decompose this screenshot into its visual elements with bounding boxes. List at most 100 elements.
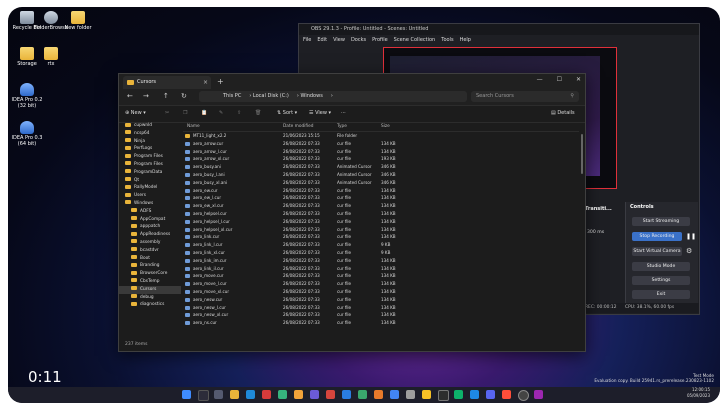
- scrollbar[interactable]: [581, 134, 583, 174]
- table-row[interactable]: aero_nesw_xl.cur 26/08/2022 07:33 cur file…: [183, 311, 579, 319]
- sidebar-item[interactable]: ncsp64: [119, 130, 181, 138]
- sidebar-item[interactable]: AppReadiness: [119, 231, 181, 239]
- table-row[interactable]: aero_nesw_l.cur 26/08/2022 07:33 cur file 1…: [183, 304, 579, 312]
- table-row[interactable]: aero_arrow_l.cur 26/08/2022 07:33 cur file…: [183, 148, 579, 156]
- cut-icon[interactable]: ✂: [165, 110, 169, 116]
- column-date[interactable]: Date modified: [283, 122, 313, 131]
- sidebar-item[interactable]: AppCompat: [119, 216, 181, 224]
- table-row[interactable]: aero_arrow_xl.cur 26/08/2022 07:33 cur fil…: [183, 155, 579, 163]
- sidebar-item[interactable]: apppatch: [119, 223, 181, 231]
- pause-icon[interactable]: ❚❚: [686, 233, 696, 240]
- menu-edit[interactable]: Edit: [317, 35, 327, 45]
- transition-duration[interactable]: 300 ms: [587, 230, 604, 235]
- column-name[interactable]: Name: [187, 122, 200, 131]
- table-row[interactable]: aero_link.cur 26/08/2022 07:33 cur file 134…: [183, 233, 579, 241]
- close-icon[interactable]: ×: [203, 76, 208, 89]
- app-icon[interactable]: [310, 390, 319, 399]
- close-window-icon[interactable]: ✕: [576, 76, 581, 83]
- system-tray-clock[interactable]: 12:00:15 05/09/2023: [687, 387, 710, 399]
- table-row[interactable]: aero_ew.cur 26/08/2022 07:33 cur file 134 K…: [183, 187, 579, 195]
- app-icon[interactable]: [262, 390, 271, 399]
- settings-button[interactable]: Settings: [632, 276, 690, 285]
- menu-view[interactable]: View: [333, 35, 345, 45]
- sidebar-item[interactable]: bcastdvr: [119, 247, 181, 255]
- new-button[interactable]: ⊕ New ▾: [125, 110, 146, 116]
- breadcrumb-this-pc[interactable]: This PC: [223, 93, 241, 99]
- task-view-icon[interactable]: [214, 390, 223, 399]
- search-input[interactable]: Search Cursors ⚲: [471, 91, 579, 102]
- sidebar-item[interactable]: diagnostics: [119, 301, 181, 309]
- menu-tools[interactable]: Tools: [441, 35, 453, 45]
- app-icon[interactable]: [502, 390, 511, 399]
- obs-icon[interactable]: [518, 390, 529, 401]
- app-icon[interactable]: [342, 390, 351, 399]
- sidebar-item[interactable]: Program Files: [119, 153, 181, 161]
- sidebar-item[interactable]: ProgramData: [119, 169, 181, 177]
- table-row[interactable]: aero_busy_xl.ani 26/08/2022 07:33 Animated…: [183, 179, 579, 187]
- stop-recording-button[interactable]: Stop Recording: [632, 232, 682, 241]
- breadcrumb-windows[interactable]: Windows: [300, 93, 322, 99]
- search-icon[interactable]: [198, 390, 209, 401]
- table-row[interactable]: aero_busy.ani 26/08/2022 07:33 Animated Cu…: [183, 163, 579, 171]
- table-row[interactable]: MT11_light_x2.2 21/06/2023 15:15 File fold…: [183, 132, 579, 140]
- app-icon[interactable]: [486, 390, 495, 399]
- back-icon[interactable]: ←: [127, 92, 133, 100]
- sidebar-item[interactable]: Users: [119, 192, 181, 200]
- table-row[interactable]: aero_link_xl.cur 26/08/2022 07:33 cur file…: [183, 249, 579, 257]
- sidebar-item[interactable]: Cursors: [119, 285, 181, 294]
- table-row[interactable]: aero_ew_l.cur 26/08/2022 07:33 cur file 134…: [183, 194, 579, 202]
- app-icon[interactable]: [326, 390, 335, 399]
- terminal-icon[interactable]: [438, 390, 449, 401]
- exit-button[interactable]: Exit: [632, 290, 690, 299]
- sidebar-item[interactable]: Branding: [119, 262, 181, 270]
- add-tab-icon[interactable]: +: [217, 77, 224, 86]
- table-row[interactable]: aero_link_l.cur 26/08/2022 07:33 cur file 9…: [183, 241, 579, 249]
- delete-icon[interactable]: 🗑: [255, 110, 261, 116]
- sidebar-item[interactable]: BrowserCore: [119, 270, 181, 278]
- details-button[interactable]: ▤ Details: [551, 110, 575, 116]
- table-row[interactable]: aero_nesw.cur 26/08/2022 07:33 cur file 134…: [183, 296, 579, 304]
- table-row[interactable]: aero_link_il.cur 26/08/2022 07:33 cur file…: [183, 265, 579, 273]
- desktop-icon-rtx[interactable]: rtx: [34, 47, 68, 67]
- app-icon[interactable]: [454, 390, 463, 399]
- sidebar-item[interactable]: PerfLogs: [119, 145, 181, 153]
- firefox-icon[interactable]: [374, 390, 383, 399]
- maximize-icon[interactable]: ☐: [557, 76, 562, 83]
- copy-icon[interactable]: ❐: [183, 110, 187, 116]
- up-icon[interactable]: ↑: [163, 92, 169, 100]
- app-icon[interactable]: [422, 390, 431, 399]
- address-bar[interactable]: This PC › Local Disk (C:) › Windows ›: [199, 91, 467, 102]
- desktop-icon-idea-32[interactable]: IDEA Pro 0.2 (32 bit): [10, 83, 44, 109]
- breadcrumb-local-disk[interactable]: Local Disk (C:): [253, 93, 289, 99]
- share-icon[interactable]: ⇪: [237, 110, 241, 116]
- table-row[interactable]: aero_helpsel.cur 26/08/2022 07:33 cur file…: [183, 210, 579, 218]
- sidebar-item[interactable]: debug: [119, 294, 181, 302]
- sort-button[interactable]: ⇅ Sort ▾: [277, 110, 297, 116]
- sidebar-item[interactable]: CbsTemp: [119, 278, 181, 286]
- table-row[interactable]: aero_arrow.cur 26/08/2022 07:33 cur file 13…: [183, 140, 579, 148]
- file-explorer-icon[interactable]: [230, 390, 239, 399]
- column-size[interactable]: Size: [381, 122, 390, 131]
- start-icon[interactable]: [182, 390, 191, 399]
- table-row[interactable]: aero_link_im.cur 26/08/2022 07:33 cur file…: [183, 257, 579, 265]
- app-icon[interactable]: [294, 390, 303, 399]
- sidebar-item[interactable]: Qt: [119, 177, 181, 185]
- sidebar-item[interactable]: Program Files: [119, 161, 181, 169]
- menu-file[interactable]: File: [303, 35, 311, 45]
- more-icon[interactable]: ···: [341, 110, 346, 116]
- start-virtual-camera-button[interactable]: Start Virtual Camera: [632, 247, 682, 256]
- desktop-icon-new-folder[interactable]: New folder: [61, 11, 95, 31]
- app-icon[interactable]: [278, 390, 287, 399]
- sidebar-item[interactable]: Boot: [119, 255, 181, 263]
- sidebar-item[interactable]: Ninja: [119, 138, 181, 146]
- table-row[interactable]: aero_busy_l.ani 26/08/2022 07:33 Animated …: [183, 171, 579, 179]
- refresh-icon[interactable]: ↻: [181, 92, 187, 100]
- app-icon[interactable]: [406, 390, 415, 399]
- table-row[interactable]: aero_ew_xl.cur 26/08/2022 07:33 cur file 13…: [183, 202, 579, 210]
- gear-icon[interactable]: ⚙: [686, 247, 692, 255]
- menu-docks[interactable]: Docks: [351, 35, 366, 45]
- column-type[interactable]: Type: [337, 122, 347, 131]
- vscode-icon[interactable]: [470, 390, 479, 399]
- minimize-icon[interactable]: —: [537, 76, 543, 83]
- table-row[interactable]: aero_move.cur 26/08/2022 07:33 cur file 134…: [183, 272, 579, 280]
